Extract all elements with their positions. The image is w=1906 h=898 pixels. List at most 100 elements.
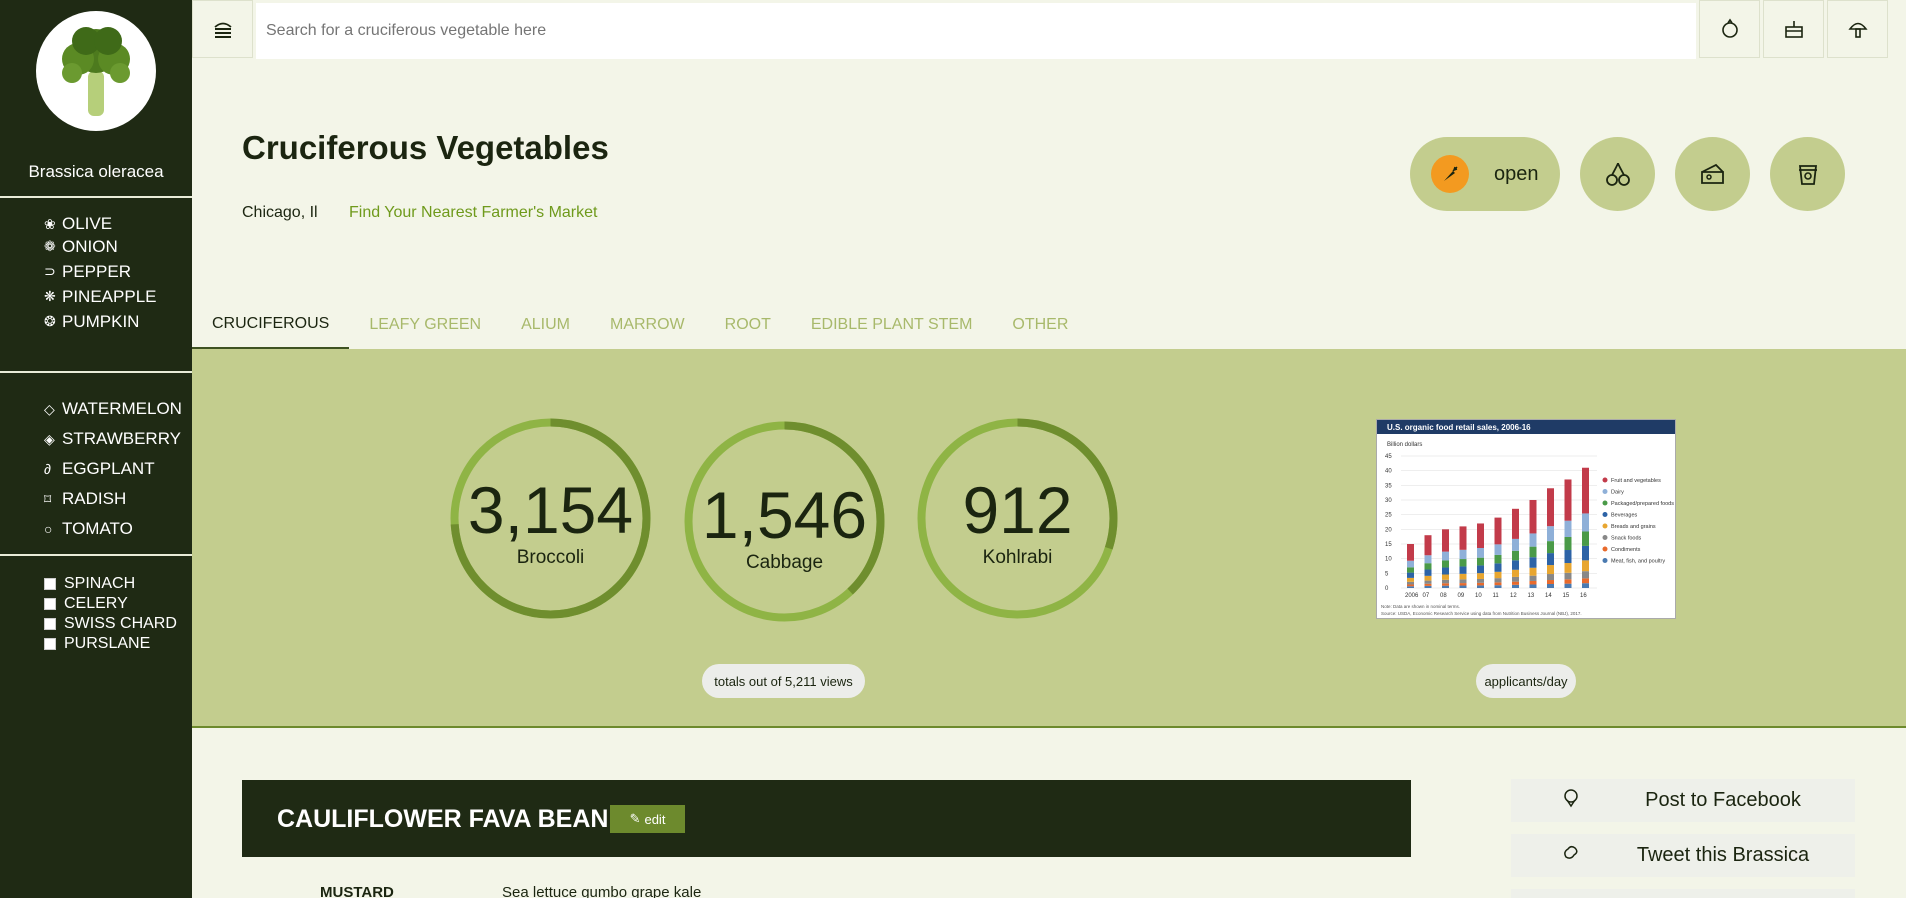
post-to-facebook-button[interactable]: Post to Facebook (1511, 779, 1855, 822)
sidebar-item-tomato[interactable]: ○ TOMATO (44, 514, 182, 544)
sidebar-item-pepper[interactable]: ⊃ PEPPER (44, 259, 157, 284)
cake-button[interactable] (1763, 0, 1824, 58)
tab-other[interactable]: OTHER (992, 300, 1088, 349)
sidebar-item-pumpkin[interactable]: ❂ PUMPKIN (44, 309, 157, 334)
chart-bar-segment (1582, 531, 1589, 546)
chart-source: Source: USDA, Economic Research Service … (1381, 611, 1582, 616)
chart-x-tick: 16 (1580, 593, 1587, 599)
chart-bar-segment (1512, 550, 1519, 561)
watermelon-icon: ◇ (44, 400, 55, 417)
sidebar-item-label: PINEAPPLE (62, 286, 157, 306)
chart-bar-segment (1459, 549, 1467, 560)
card-field-value: Sea lettuce gumbo grape kale (502, 884, 702, 898)
tab-root[interactable]: ROOT (705, 300, 791, 349)
checkbox[interactable] (44, 618, 56, 630)
chart-y-tick: 10 (1385, 557, 1392, 563)
chart-bar-segment (1459, 526, 1467, 550)
chart-x-tick: 11 (1493, 593, 1500, 599)
chart-bar-segment (1512, 584, 1519, 588)
chart-x-tick: 15 (1563, 593, 1570, 599)
chart-x-tick: 08 (1440, 593, 1447, 599)
checkbox-purslane[interactable]: PURSLANE (44, 634, 177, 654)
chart-bar-segment (1512, 569, 1519, 577)
chart-bar-segment (1442, 560, 1449, 568)
chart-x-tick: 09 (1458, 593, 1465, 599)
chart-bar-segment (1529, 533, 1537, 547)
sidebar-item-olive[interactable]: ❀ OLIVE (44, 214, 157, 234)
chart-bar-segment (1477, 573, 1484, 579)
page-title: Cruciferous Vegetables (242, 129, 609, 166)
sidebar-item-strawberry[interactable]: ◈ STRAWBERRY (44, 424, 182, 454)
sidebar-item-pineapple[interactable]: ❋ PINEAPPLE (44, 284, 157, 309)
tab-leafy-green[interactable]: LEAFY GREEN (349, 300, 501, 349)
checkbox-label: PURSLANE (64, 635, 151, 652)
checkbox-swiss-chard[interactable]: SWISS CHARD (44, 614, 177, 634)
share-button-partial[interactable] (1511, 889, 1855, 898)
sales-chart-thumbnail[interactable]: U.S. organic food retail sales, 2006-16 B… (1376, 419, 1676, 619)
stat-label: Broccoli (516, 547, 585, 568)
sidebar-item-label: STRAWBERRY (62, 429, 182, 448)
chart-bar-segment (1442, 583, 1449, 586)
chart-bar-segment (1547, 580, 1554, 585)
chart-x-tick: 10 (1475, 593, 1482, 599)
edit-button[interactable]: ✎ edit (610, 805, 685, 833)
stat-ring-broccoli: 3,154 Broccoli (448, 416, 653, 621)
chart-bar-segment (1529, 557, 1537, 568)
tab-alium[interactable]: ALIUM (501, 300, 590, 349)
checkbox[interactable] (44, 598, 56, 610)
chart-y-tick: 25 (1385, 513, 1392, 519)
menu-button[interactable] (192, 0, 253, 58)
chart-bar-segment (1424, 555, 1432, 564)
chart-bar-segment (1407, 577, 1414, 582)
pepper-icon: ⊃ (44, 263, 56, 279)
stat-ring-kohlrabi: 912 Kohlrabi (915, 416, 1120, 621)
chart-bar-segment (1564, 583, 1572, 588)
chart-bar-segment (1424, 583, 1432, 586)
share-label: Post to Facebook (1645, 789, 1801, 811)
share-label: Tweet this Brassica (1636, 844, 1810, 866)
chart-bar-segment (1564, 563, 1572, 573)
top-bar (192, 0, 1906, 59)
chart-bar-segment (1477, 557, 1484, 566)
chart-bar-segment (1547, 584, 1554, 588)
chart-bar-segment (1424, 580, 1432, 584)
lemon-icon (1721, 18, 1738, 38)
chart-bar-segment (1564, 572, 1572, 580)
checkbox-spinach[interactable]: SPINACH (44, 574, 177, 594)
sidebar-item-eggplant[interactable]: ∂ EGGPLANT (44, 454, 182, 484)
chart-bar-segment (1459, 566, 1467, 574)
legend-label: Beverages (1611, 513, 1638, 519)
farmers-market-link[interactable]: Find Your Nearest Farmer's Market (349, 204, 597, 222)
chart-bar-segment (1582, 578, 1589, 584)
sidebar-divider (0, 371, 192, 373)
sidebar-item-radish[interactable]: ⌑ RADISH (44, 484, 182, 514)
sidebar-item-onion[interactable]: ❁ ONION (44, 234, 157, 259)
basket-button[interactable] (1699, 0, 1760, 58)
legend-swatch (1602, 489, 1608, 494)
mushroom-button[interactable] (1827, 0, 1888, 58)
open-toggle-button[interactable]: open (1410, 137, 1560, 211)
chart-bar-segment (1494, 554, 1502, 564)
cherry-button[interactable] (1580, 137, 1655, 211)
tab-cruciferous[interactable]: CRUCIFEROUS (192, 300, 350, 349)
drink-button[interactable] (1770, 137, 1845, 211)
chart-bar-segment (1512, 576, 1519, 582)
applicants-note: applicants/day (1476, 664, 1576, 698)
tab-marrow[interactable]: MARROW (590, 300, 705, 349)
tweet-button[interactable]: Tweet this Brassica (1511, 834, 1855, 877)
chart-bar-segment (1477, 547, 1484, 558)
cheese-button[interactable] (1675, 137, 1750, 211)
chart-bar-segment (1477, 582, 1484, 586)
card-header: CAULIFLOWER FAVA BEAN ✎ edit (242, 780, 1411, 857)
tab-edible-plant-stem[interactable]: EDIBLE PLANT STEM (791, 300, 993, 349)
search-input[interactable] (256, 3, 1696, 59)
broccoli-image (62, 27, 130, 116)
checkbox-celery[interactable]: CELERY (44, 594, 177, 614)
chart-bar-segment (1564, 479, 1572, 521)
chart-bar-segment (1512, 560, 1519, 570)
sidebar-item-watermelon[interactable]: ◇ WATERMELON (44, 394, 182, 424)
checkbox[interactable] (44, 578, 56, 590)
chart-bar-segment (1459, 579, 1467, 584)
chart-bar-segment (1494, 563, 1502, 572)
checkbox[interactable] (44, 638, 56, 650)
